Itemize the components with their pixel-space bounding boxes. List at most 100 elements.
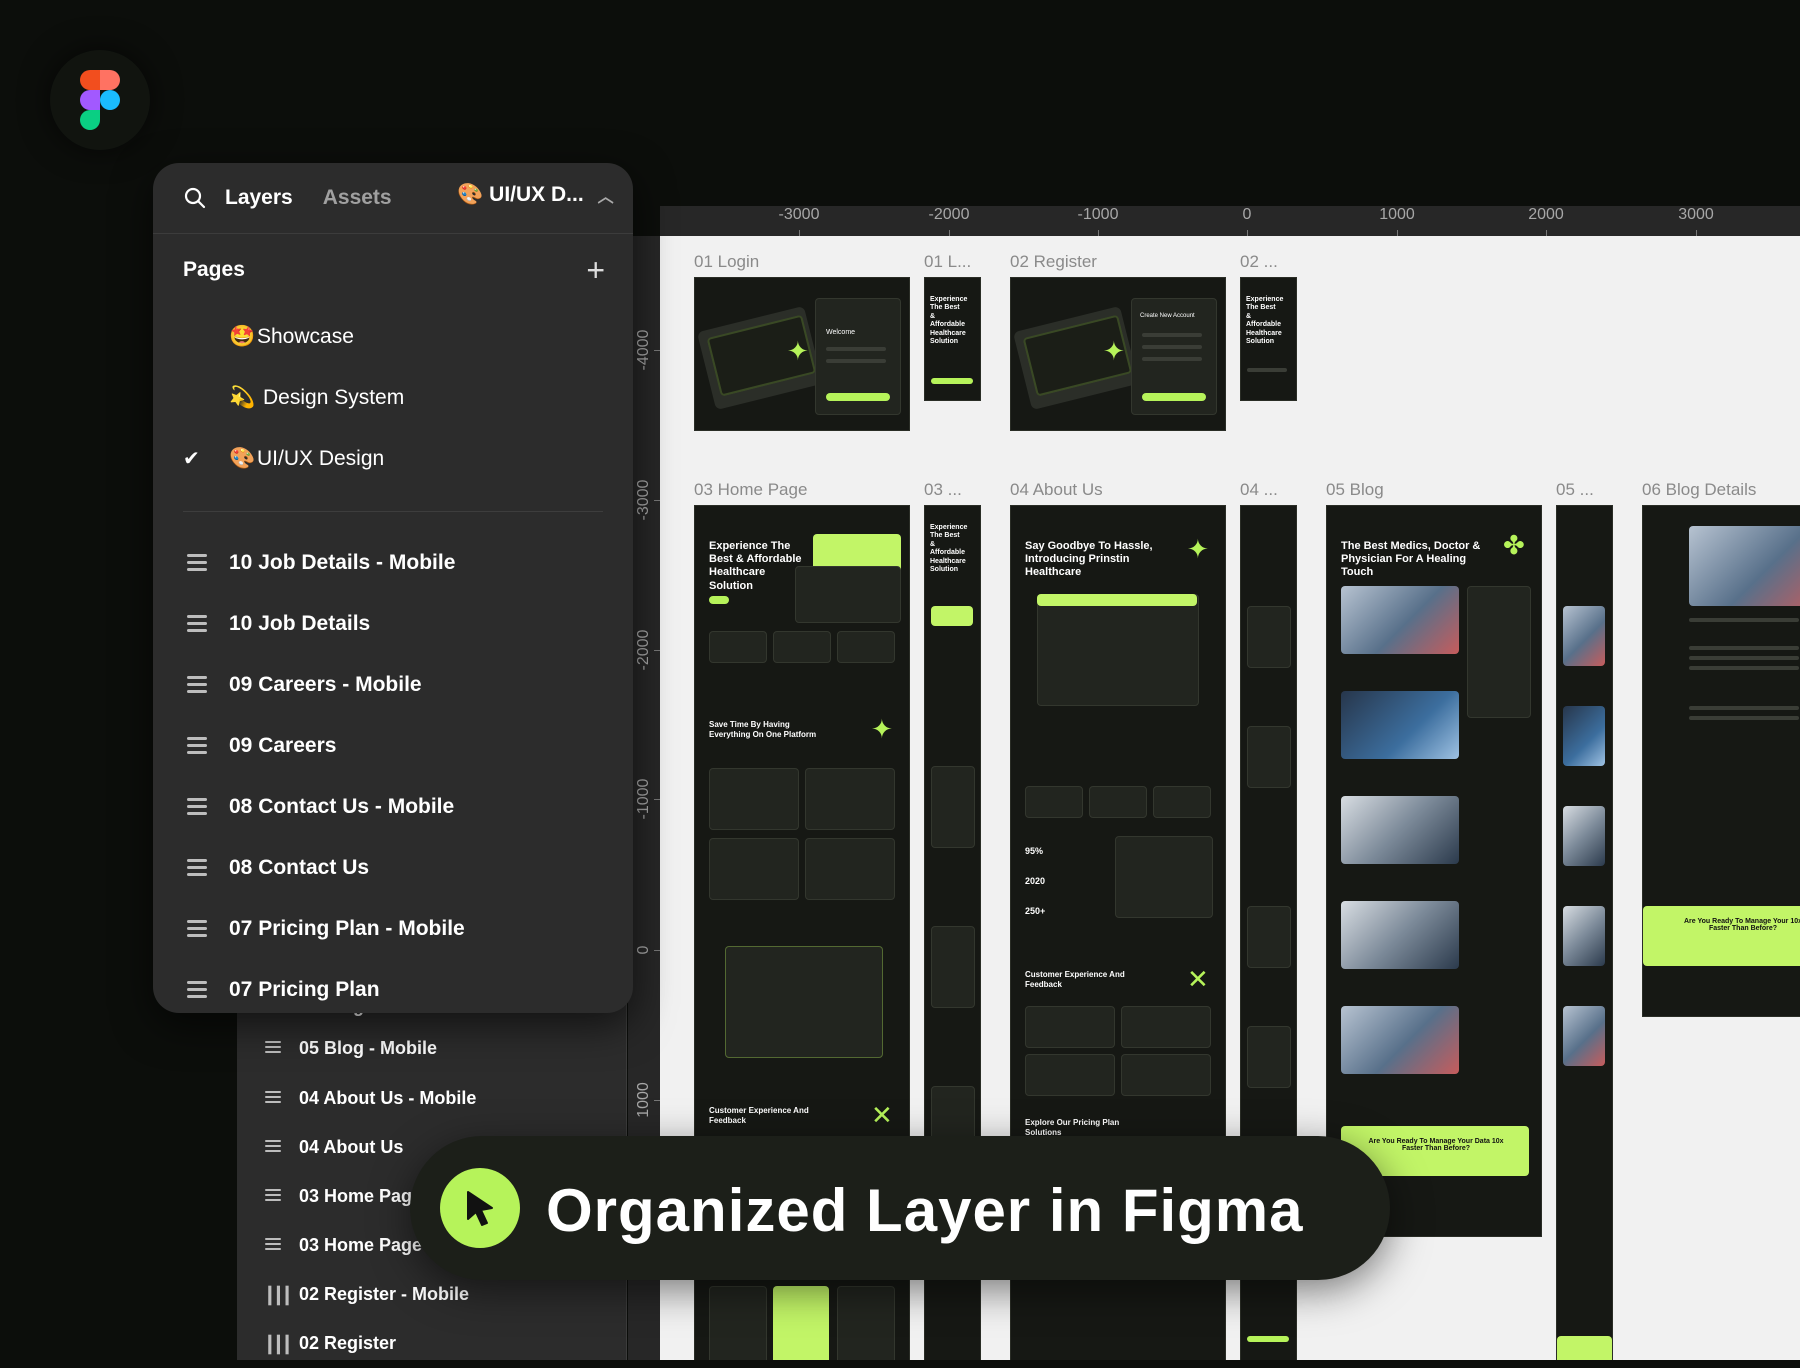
layer-label: 02 Register — [299, 1333, 397, 1353]
page-label: Showcase — [257, 324, 354, 348]
ruler-tick-label: -2000 — [928, 206, 970, 223]
layer-item[interactable]: 09 Careers — [153, 715, 633, 776]
about-feedback-title: Customer Experience And Feedback — [1025, 970, 1125, 989]
tab-assets[interactable]: Assets — [323, 186, 392, 210]
cursor-icon — [467, 1191, 493, 1226]
blog-cta-text: Are You Ready To Manage Your Data 10x Fa… — [1368, 1138, 1504, 1152]
frame-layer-icon — [265, 1091, 281, 1106]
sparkle-icon: ✕ — [871, 1100, 893, 1130]
blog-image — [1341, 796, 1459, 864]
frame-label-login[interactable]: 01 Login — [694, 252, 759, 272]
frame-label-register-mobile[interactable]: 02 ... — [1240, 252, 1278, 272]
frame-label-login-mobile[interactable]: 01 L... — [924, 252, 971, 272]
frame-register[interactable]: Create New Account ✦ — [1010, 277, 1226, 431]
layer-item[interactable]: 10 Job Details - Mobile — [153, 532, 633, 593]
about-hero-title: Say Goodbye To Hassle, Introducing Prins… — [1025, 540, 1153, 579]
home-hero-title: Experience The Best & Affordable Healthc… — [709, 540, 802, 592]
layer-item[interactable]: 07 Pricing Plan — [153, 959, 633, 1013]
search-icon[interactable] — [183, 186, 207, 210]
frame-layer-icon — [187, 615, 207, 636]
banner-title: Organized Layer in Figma — [546, 1177, 1304, 1244]
layer-label: 09 Careers — [229, 733, 337, 757]
add-page-icon[interactable]: + — [586, 252, 605, 289]
page-item-ui-ux-design[interactable]: ✔ 🎨 UI/UX Design — [153, 428, 633, 489]
layer-label: 07 Pricing Plan - Mobile — [229, 916, 465, 940]
palette-icon: 🎨 — [457, 183, 484, 206]
layer-item[interactable]: ┃┃┃ 02 Register — [237, 1319, 617, 1368]
frame-layer-icon — [265, 1041, 281, 1056]
frame-blog[interactable]: The Best Medics, Doctor & Physician For … — [1326, 505, 1542, 1237]
layers-panel: Layers Assets 🎨 UI/UX D... ︿ Pages + 🤩 S… — [153, 163, 633, 1013]
figma-logo-icon — [80, 70, 120, 130]
file-title-dropdown[interactable]: 🎨 UI/UX D... ︿ — [457, 183, 614, 207]
sparkle-icon: ✦ — [871, 714, 893, 744]
frame-layer-icon — [187, 798, 207, 819]
login-card: Welcome — [815, 298, 901, 415]
ruler-tick-label: -2000 — [635, 629, 652, 671]
layer-label: 09 Careers - Mobile — [229, 672, 422, 696]
frame-label-blog-details[interactable]: 06 Blog Details — [1642, 480, 1800, 500]
frame-login-mobile[interactable]: Experience The Best & Affordable Healthc… — [924, 277, 981, 401]
figma-logo — [50, 50, 150, 150]
mobile-hero-title: Experience The Best & Affordable Healthc… — [930, 524, 968, 573]
layer-item[interactable]: 08 Contact Us — [153, 837, 633, 898]
frame-login[interactable]: Welcome ✦ — [694, 277, 910, 431]
frame-label-register[interactable]: 02 Register — [1010, 252, 1097, 272]
layer-label: 08 Contact Us - Mobile — [229, 794, 455, 818]
register-title: Create New Account — [1140, 313, 1195, 319]
ruler-tick-label: 0 — [635, 945, 652, 955]
columns-layout-icon: ┃┃┃ — [265, 1337, 292, 1354]
frame-blog-mobile[interactable] — [1556, 505, 1613, 1360]
frame-label-about-mobile[interactable]: 04 ... — [1240, 480, 1278, 500]
frame-layer-icon — [265, 1189, 281, 1204]
frame-layer-icon — [187, 920, 207, 941]
ruler-tick-label: 1000 — [635, 1082, 652, 1118]
page-item-showcase[interactable]: 🤩 Showcase — [153, 306, 633, 367]
blog-details-cta: Are You Ready To Manage Your 10x Faster … — [1643, 906, 1800, 966]
ruler-tick-label: -4000 — [635, 329, 652, 371]
frame-label-blog[interactable]: 05 Blog — [1326, 480, 1384, 500]
blog-image — [1341, 1006, 1459, 1074]
layer-item[interactable]: 04 About Us - Mobile — [237, 1074, 617, 1123]
frame-label-blog-mobile[interactable]: 05 ... — [1556, 480, 1594, 500]
ruler-tick-label: 1000 — [1379, 206, 1415, 223]
frame-blog-details[interactable]: Are You Ready To Manage Your 10x Faster … — [1642, 505, 1800, 1017]
ruler-tick-label: -1000 — [1077, 206, 1119, 223]
cursor-badge — [440, 1168, 520, 1248]
layer-item[interactable]: 07 Pricing Plan - Mobile — [153, 898, 633, 959]
home-feedback-title: Customer Experience And Feedback — [709, 1106, 809, 1125]
login-welcome: Welcome — [826, 329, 856, 336]
columns-layout-icon: ┃┃┃ — [265, 1288, 292, 1305]
dizzy-icon: 💫 — [229, 385, 256, 409]
layer-item[interactable]: 10 Job Details — [153, 593, 633, 654]
about-pricing-title: Explore Our Pricing Plan Solutions — [1025, 1118, 1120, 1137]
page-item-design-system[interactable]: 💫 Design System — [153, 367, 633, 428]
layer-label: 03 Home Page — [299, 1235, 423, 1255]
frame-layer-icon — [265, 1140, 281, 1155]
sparkle-icon: ✦ — [1187, 534, 1209, 564]
layer-label: 05 Blog - Mobile — [299, 1038, 438, 1058]
frame-layer-icon — [187, 859, 207, 880]
frame-label-home-mobile[interactable]: 03 ... — [924, 480, 962, 500]
frame-layer-icon — [187, 676, 207, 697]
star-struck-icon: 🤩 — [229, 324, 256, 348]
frame-layer-icon — [265, 1238, 281, 1253]
clover-icon: ✤ — [1503, 530, 1525, 560]
layer-item[interactable]: 09 Careers - Mobile — [153, 654, 633, 715]
layer-label: 02 Register - Mobile — [299, 1284, 470, 1304]
ruler-tick-label: 2000 — [1528, 206, 1564, 223]
layer-item[interactable]: 08 Contact Us - Mobile — [153, 776, 633, 837]
blog-image — [1341, 691, 1459, 759]
ruler-tick-label: 0 — [1242, 206, 1252, 223]
page-label: UI/UX Design — [257, 446, 385, 470]
frame-label-about[interactable]: 04 About Us — [1010, 480, 1103, 500]
blog-image — [1341, 586, 1459, 654]
tab-layers[interactable]: Layers — [225, 186, 293, 210]
sparkle-icon: ✦ — [1103, 336, 1125, 366]
layer-item[interactable]: 05 Blog - Mobile — [237, 1024, 617, 1073]
register-card: Create New Account — [1131, 298, 1217, 415]
frame-layer-icon — [187, 737, 207, 758]
frame-register-mobile[interactable]: Experience The Best & Affordable Healthc… — [1240, 277, 1297, 401]
promo-banner: Organized Layer in Figma — [410, 1136, 1390, 1280]
frame-label-home[interactable]: 03 Home Page — [694, 480, 807, 500]
